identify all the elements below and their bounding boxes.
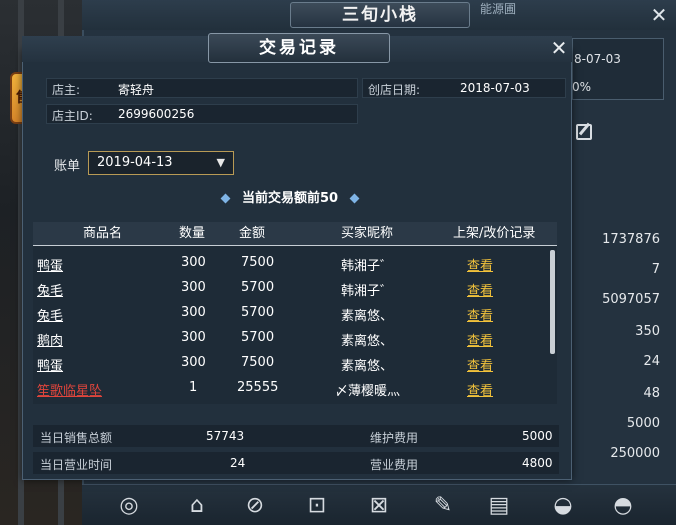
item-amount: 5700 [241,330,275,345]
stat-value: 48 [643,386,660,401]
no-shop-icon[interactable]: ⊘ [240,492,270,520]
buyer-name: 素离悠、 [341,334,394,349]
item-name[interactable]: 鸭蛋 [37,355,63,374]
item-name[interactable]: 兔毛 [37,280,63,299]
shop-window-title: 三旬小栈 [290,2,470,28]
bowl-up-icon[interactable]: ◓ [608,492,638,520]
owner-id-value: 2699600256 [118,107,195,121]
brush-icon[interactable]: ✎ [428,492,458,520]
item-qty: 300 [181,280,206,295]
top-trades-banner: 当前交易额前50 [220,188,360,210]
column-item: 商品名 [83,226,123,241]
item-name[interactable]: 鹅肉 [37,330,63,349]
open-date-label: 创店日期: [368,83,421,97]
buyer-name: 韩湘子゛ [341,259,394,274]
stat-value: 250000 [610,446,660,461]
item-amount: 25555 [237,380,279,395]
open-date-value: 2018-07-03 [460,81,530,95]
buyer-name: 素离悠、 [341,359,394,374]
view-record-link[interactable]: 查看 [467,355,493,374]
view-record-link[interactable]: 查看 [467,305,493,324]
shop-corner-text: 能源圃 [480,2,517,16]
owner-box [46,78,358,98]
shop-window-close-icon[interactable]: ✕ [648,4,670,26]
owner-value: 寄轻舟 [118,83,155,97]
diamond-icon [220,193,231,204]
view-record-link[interactable]: 查看 [467,330,493,349]
table-row: 鸭蛋 300 7500 韩湘子゛ 查看 [33,251,545,276]
stat-value: 5097057 [602,292,660,307]
view-record-link[interactable]: 查看 [467,255,493,274]
item-amount: 7500 [241,355,275,370]
business-fee-value: 4800 [522,456,553,470]
buyer-name: 〆薄樱暖灬 [335,384,401,399]
dialog-title: 交易记录 [208,33,390,63]
item-name[interactable]: 笙歌临星坠 [37,380,102,399]
maintenance-value: 5000 [522,429,553,443]
owner-id-label: 店主ID: [52,109,93,123]
table-scrollbar[interactable] [550,250,555,354]
business-fee-label: 营业费用 [370,458,419,472]
stat-value: 24 [643,354,660,369]
stat-value: 7 [651,262,660,277]
table-row: 兔毛 300 5700 韩湘子゛ 查看 [33,276,545,301]
shop-out-icon[interactable]: ⊠ [364,492,394,520]
column-buyer: 买家昵称 [341,226,394,241]
edit-icon[interactable] [576,124,592,140]
top-trades-text: 当前交易额前50 [241,191,339,206]
item-name[interactable]: 鸭蛋 [37,255,63,274]
ledger-date-value: 2019-04-13 [97,155,173,170]
table-row: 鸭蛋 300 7500 素离悠、 查看 [33,351,545,376]
ledger-label: 账单 [54,159,81,174]
shop-icon[interactable]: ⌂ [182,492,212,520]
column-amount: 金额 [239,226,266,241]
item-amount: 7500 [241,255,275,270]
column-record: 上架/改价记录 [453,226,536,241]
stat-value: 1737876 [602,232,660,247]
column-qty: 数量 [179,226,206,241]
view-record-link[interactable]: 查看 [467,380,493,399]
business-time-label: 当日营业时间 [40,458,113,472]
view-record-link[interactable]: 查看 [467,280,493,299]
trade-table-header: 商品名 数量 金额 买家昵称 上架/改价记录 [33,222,557,246]
item-qty: 300 [181,355,206,370]
table-row: 笙歌临星坠 1 25555 〆薄樱暖灬 查看 [33,376,545,401]
owner-label: 店主: [52,83,81,97]
chevron-down-icon: ▼ [216,156,225,169]
shop-in-icon[interactable]: ⊡ [302,492,332,520]
compass-icon[interactable]: ◎ [114,492,144,520]
stat-value: 350 [635,324,660,339]
shop-open-date: 8-07-03 [574,52,621,66]
item-qty: 300 [181,255,206,270]
table-row: 兔毛 300 5700 素离悠、 查看 [33,301,545,326]
daily-sales-label: 当日销售总额 [40,431,113,445]
bowl-down-icon[interactable]: ◒ [548,492,578,520]
scroll-icon[interactable]: ▤ [484,492,514,520]
daily-sales-value: 57743 [206,429,245,443]
maintenance-label: 维护费用 [370,431,419,445]
ledger-date-select[interactable]: 2019-04-13 ▼ [88,151,234,175]
close-icon[interactable]: ✕ [548,37,570,59]
item-amount: 5700 [241,280,275,295]
item-qty: 300 [181,330,206,345]
buyer-name: 素离悠、 [341,309,394,324]
stat-value: 5000 [626,416,660,431]
business-time-value: 24 [230,456,246,470]
table-row: 鹅肉 300 5700 素离悠、 查看 [33,326,545,351]
item-qty: 1 [189,380,198,395]
diamond-icon [349,193,360,204]
trade-table-body: 鸭蛋 300 7500 韩湘子゛ 查看 兔毛 300 5700 韩湘子゛ 查看 … [33,246,557,404]
item-qty: 300 [181,305,206,320]
buyer-name: 韩湘子゛ [341,284,394,299]
shop-rate-text: 0% [572,80,592,94]
item-name[interactable]: 兔毛 [37,305,63,324]
item-amount: 5700 [241,305,275,320]
